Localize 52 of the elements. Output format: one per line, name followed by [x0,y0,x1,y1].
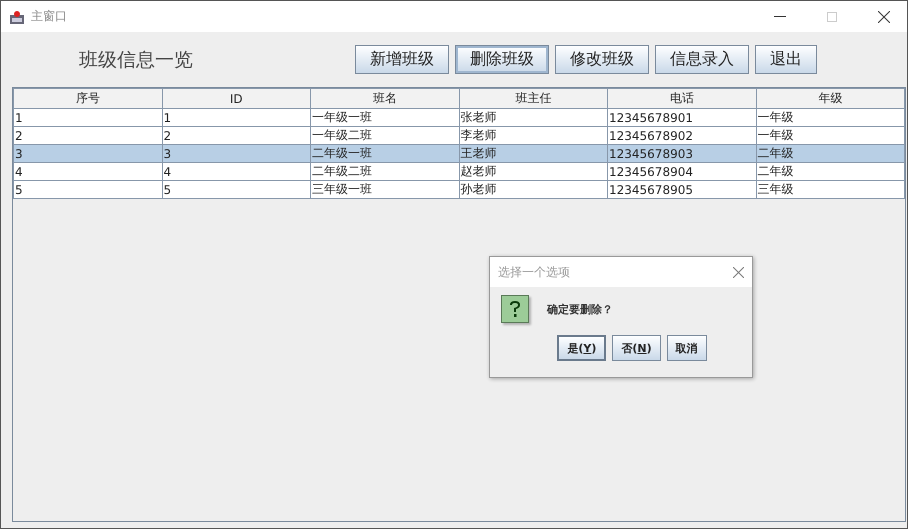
column-header[interactable]: 年级 [756,88,904,108]
table-cell[interactable]: 4 [14,162,162,180]
column-header[interactable]: ID [162,88,310,108]
table-cell[interactable]: 3 [14,144,162,162]
page-heading: 班级信息一览 [79,48,194,72]
table-cell[interactable]: 赵老师 [459,162,608,180]
table-cell[interactable]: 二年级 [756,144,904,162]
dialog-title: 选择一个选项 [498,264,570,280]
table-cell[interactable]: 李老师 [459,126,608,144]
dialog-button[interactable]: 否(N) [612,335,661,361]
close-icon[interactable] [878,10,890,22]
table-cell[interactable]: 12345678901 [608,108,756,126]
table-cell[interactable]: 5 [14,180,162,198]
dialog-button[interactable]: 是(Y) [557,335,606,361]
table-cell[interactable]: 1 [14,108,162,126]
table-cell[interactable]: 一年级 [756,108,904,126]
toolbar-button[interactable]: 修改班级 [555,45,649,74]
question-icon [501,295,529,323]
table-cell[interactable]: 3 [162,144,310,162]
table-cell[interactable]: 孙老师 [459,180,608,198]
table-cell[interactable]: 4 [162,162,310,180]
window-title: 主窗口 [31,8,68,25]
column-header[interactable]: 班名 [310,88,459,108]
table-cell[interactable]: 一年级一班 [310,108,459,126]
minimize-icon[interactable] [774,16,786,18]
table-cell[interactable]: 二年级二班 [310,162,459,180]
toolbar-button[interactable]: 删除班级 [455,45,549,74]
dialog-button[interactable]: 取消 [666,335,707,361]
column-header[interactable]: 班主任 [459,88,608,108]
table-cell[interactable]: 三年级一班 [310,180,459,198]
toolbar-button[interactable]: 退出 [755,45,817,74]
table-cell[interactable]: 2 [162,126,310,144]
app-icon [9,8,25,24]
table-cell[interactable]: 二年级一班 [310,144,459,162]
table-cell[interactable]: 2 [14,126,162,144]
toolbar-button[interactable]: 新增班级 [355,45,449,74]
table-cell[interactable]: 1 [162,108,310,126]
toolbar-button[interactable]: 信息录入 [655,45,749,74]
table-cell[interactable]: 12345678904 [608,162,756,180]
table-cell[interactable]: 一年级二班 [310,126,459,144]
table-cell[interactable]: 二年级 [756,162,904,180]
dialog-message: 确定要删除？ [547,302,613,316]
table-cell[interactable]: 一年级 [756,126,904,144]
table-cell[interactable]: 5 [162,180,310,198]
column-header[interactable]: 序号 [14,88,162,108]
table-cell[interactable]: 张老师 [459,108,608,126]
table-cell[interactable]: 王老师 [459,144,608,162]
table-cell[interactable]: 12345678902 [608,126,756,144]
table-cell[interactable]: 12345678903 [608,144,756,162]
table-cell[interactable]: 三年级 [756,180,904,198]
table-cell[interactable]: 12345678905 [608,180,756,198]
column-header[interactable]: 电话 [608,88,756,108]
